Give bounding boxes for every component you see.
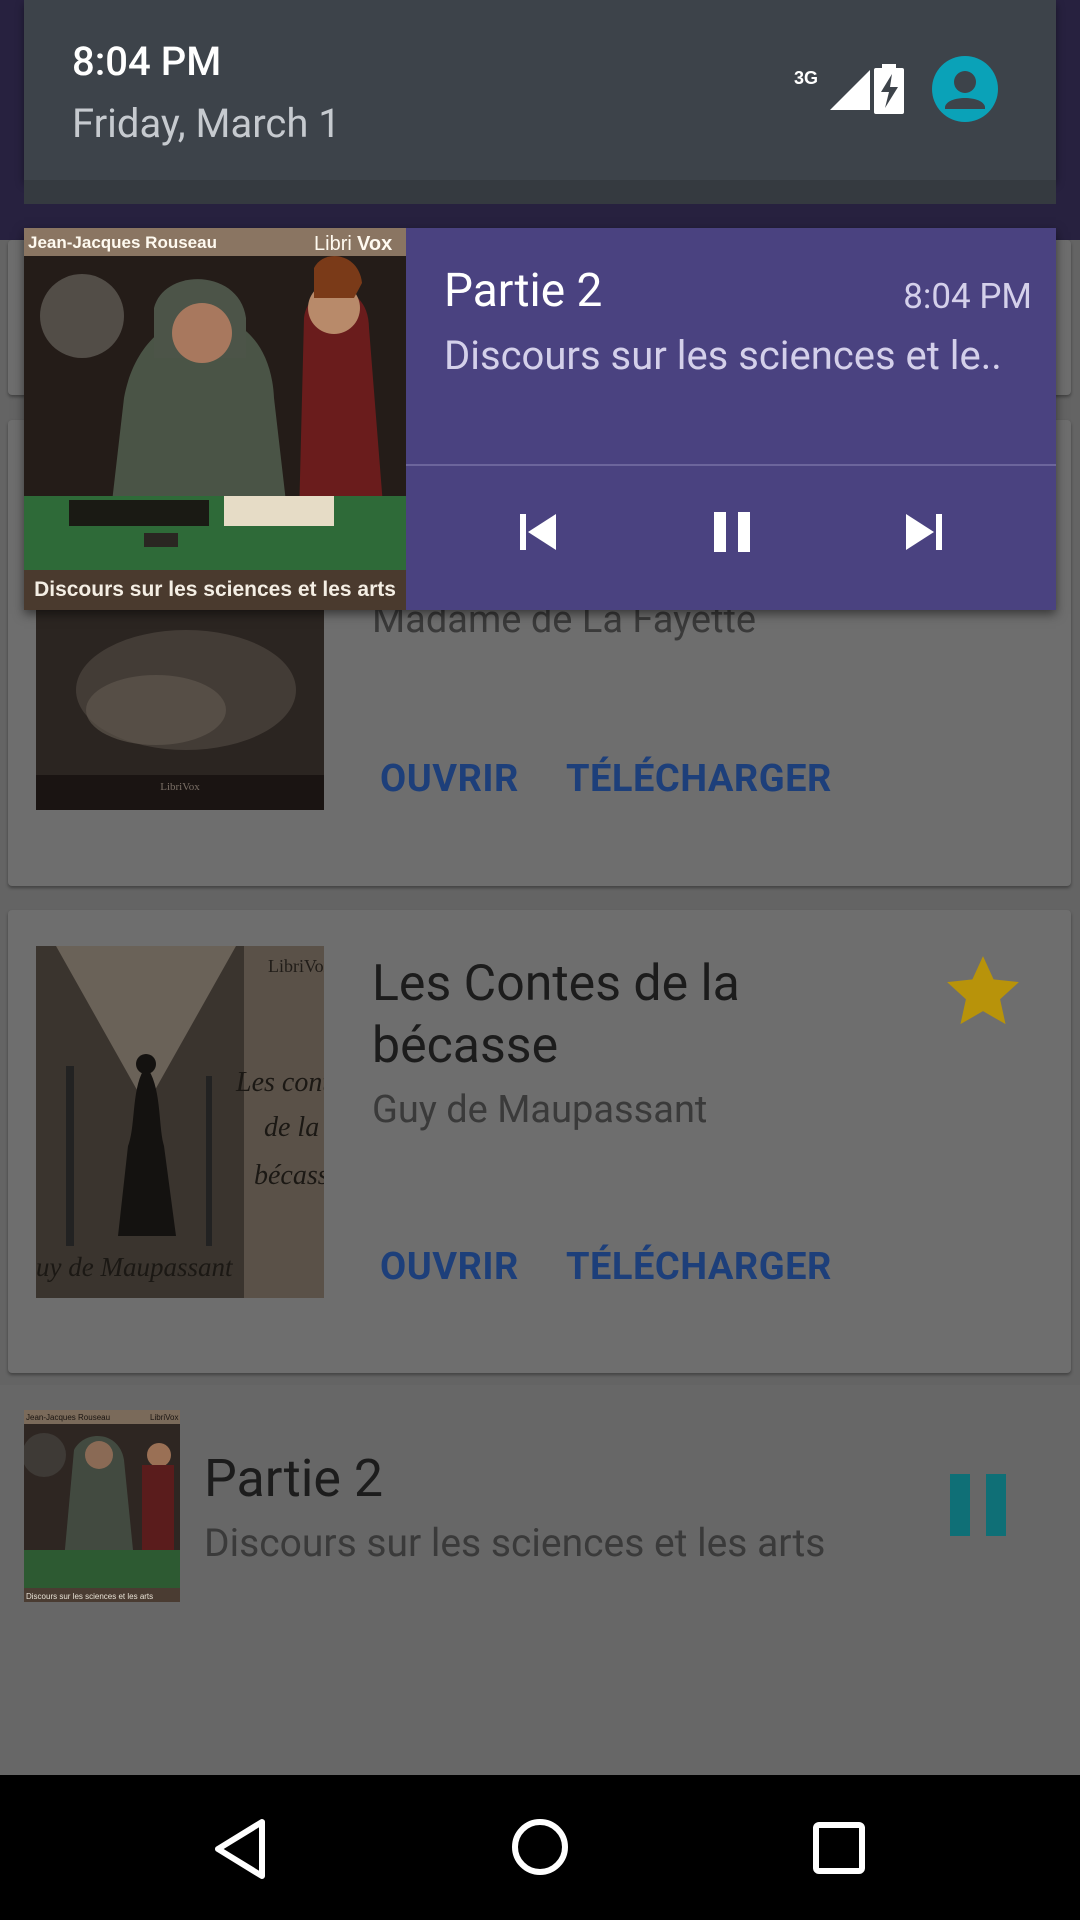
book-cover[interactable]: LibriVox Les cont de la bécass uy de Mau… (36, 946, 324, 1298)
mini-player-subtitle: Discours sur les sciences et les arts (204, 1520, 826, 1566)
mini-art-caption: Discours sur les sciences et les arts (26, 1592, 153, 1601)
notification-divider (406, 464, 1056, 466)
navigation-bar (0, 1775, 1080, 1920)
mini-art-brand: LibriVox (150, 1413, 178, 1422)
open-button[interactable]: OUVRIR (380, 757, 519, 801)
notification-time: 8:04 PM (903, 276, 1032, 317)
network-label: 3G (794, 68, 818, 88)
cover-title-2: de la (264, 1112, 319, 1143)
shade-divider (24, 180, 1056, 204)
open-button[interactable]: OUVRIR (380, 1245, 519, 1289)
shade-time: 8:04 PM (72, 38, 222, 85)
download-button[interactable]: TÉLÉCHARGER (566, 757, 832, 801)
cover-brand: LibriVox (268, 956, 324, 976)
mini-art-author: Jean-Jacques Rouseau (26, 1413, 110, 1422)
cover-title-1: Les cont (235, 1067, 324, 1098)
back-icon[interactable] (210, 1817, 270, 1885)
recents-icon[interactable] (812, 1821, 866, 1879)
art-brand-b: Vox (357, 233, 392, 255)
book-author: Guy de Maupassant (372, 1088, 708, 1132)
cover-author: uy de Maupassant (36, 1252, 234, 1282)
mini-player-art[interactable]: Jean-Jacques Rouseau LibriVox Discours s… (24, 1410, 180, 1602)
notification-subtitle: Discours sur les sciences et le.. (444, 332, 1002, 379)
home-icon[interactable] (510, 1817, 570, 1881)
cover-title-3: bécass (254, 1160, 324, 1191)
skip-next-icon[interactable] (900, 508, 948, 560)
media-notification[interactable]: Jean-Jacques Rouseau Libri Vox Discours … (24, 228, 1056, 610)
signal-icon: 3G (794, 66, 874, 118)
battery-charging-icon (872, 64, 906, 118)
pause-icon[interactable] (948, 1472, 1008, 1542)
star-icon[interactable] (940, 950, 1026, 1036)
notification-shade-header: 8:04 PM Friday, March 1 3G (24, 0, 1056, 180)
art-brand-a: Libri (314, 233, 352, 255)
book-cover[interactable]: LibriVox (36, 600, 324, 810)
pause-icon[interactable] (708, 508, 756, 560)
art-author: Jean-Jacques Rouseau (28, 233, 217, 252)
download-button[interactable]: TÉLÉCHARGER (566, 1245, 832, 1289)
book-title-line2: bécasse (372, 1017, 559, 1075)
skip-previous-icon[interactable] (514, 508, 562, 560)
shade-date: Friday, March 1 (72, 100, 341, 147)
user-avatar-icon[interactable] (932, 56, 998, 126)
notification-title: Partie 2 (444, 264, 603, 318)
mini-player-title: Partie 2 (204, 1448, 384, 1509)
art-caption: Discours sur les sciences et les arts (34, 578, 396, 601)
cover-brand: LibriVox (160, 781, 200, 793)
notification-album-art: Jean-Jacques Rouseau Libri Vox Discours … (24, 228, 406, 610)
book-title-line1: Les Contes de la (372, 955, 740, 1013)
